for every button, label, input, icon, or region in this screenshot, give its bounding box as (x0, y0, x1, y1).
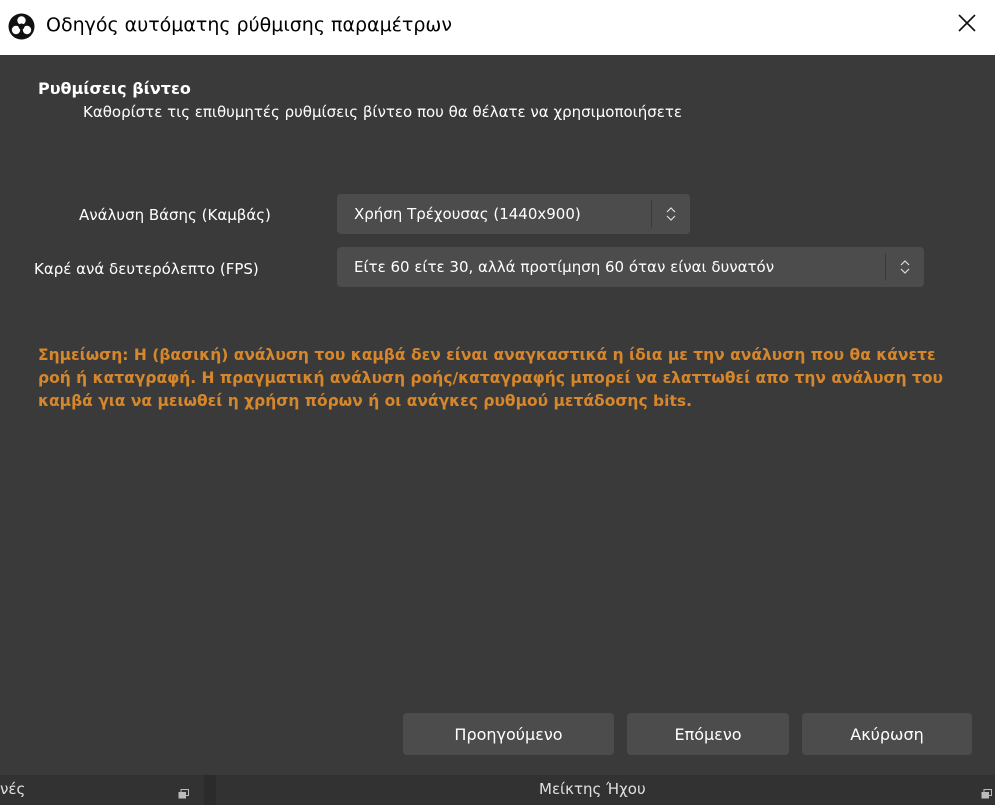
fps-label: Καρέ ανά δευτερόλεπτο (FPS) (34, 260, 259, 278)
resolution-note: Σημείωση: Η (βασική) ανάλυση του καμβά δ… (38, 346, 944, 410)
auto-config-wizard-window: Οδηγός αυτόματης ρύθμισης παραμέτρων Ρυθ… (0, 0, 995, 805)
next-button[interactable]: Επόμενο (627, 713, 789, 755)
fps-select[interactable]: Είτε 60 είτε 30, αλλά προτίμηση 60 όταν … (337, 247, 924, 287)
obs-logo-icon (8, 13, 35, 40)
float-dock-icon[interactable] (178, 784, 189, 799)
base-resolution-value: Χρήση Τρέχουσας (1440x900) (354, 205, 581, 223)
base-resolution-select[interactable]: Χρήση Τρέχουσας (1440x900) (337, 194, 690, 234)
base-resolution-label: Ανάλυση Βάσης (Καμβάς) (79, 206, 271, 224)
dock-left-title: νές (0, 780, 26, 798)
fps-value: Είτε 60 είτε 30, αλλά προτίμηση 60 όταν … (354, 258, 775, 276)
updown-arrows-icon (886, 247, 924, 287)
window-title: Οδηγός αυτόματης ρύθμισης παραμέτρων (46, 14, 452, 36)
close-button[interactable] (939, 0, 995, 50)
dock-panel-audio-mixer: Μείκτης Ήχου (216, 775, 995, 805)
updown-arrows-icon (652, 194, 690, 234)
float-dock-icon[interactable] (981, 784, 992, 799)
section-subtitle: Καθορίστε τις επιθυμητές ρυθμίσεις βίντε… (83, 103, 682, 121)
dock-panel-left: νές (0, 775, 204, 805)
wizard-page: Ρυθμίσεις βίντεο Καθορίστε τις επιθυμητέ… (0, 55, 995, 775)
audio-mixer-title: Μείκτης Ήχου (539, 780, 646, 798)
previous-button[interactable]: Προηγούμενο (403, 713, 614, 755)
dock-bar: νές Μείκτης Ήχου (0, 775, 995, 805)
title-bar: Οδηγός αυτόματης ρύθμισης παραμέτρων (0, 0, 995, 55)
close-icon (957, 13, 977, 37)
section-title: Ρυθμίσεις βίντεο (38, 79, 191, 98)
cancel-button[interactable]: Ακύρωση (802, 713, 972, 755)
